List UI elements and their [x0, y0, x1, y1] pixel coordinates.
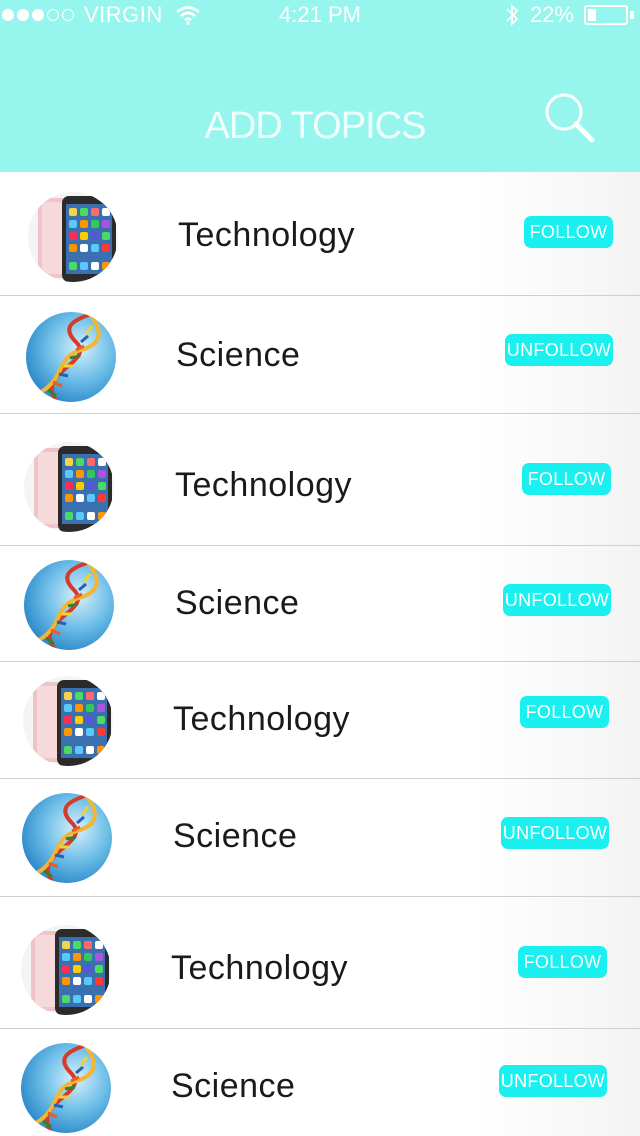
topic-image-technology: [21, 925, 111, 1015]
topic-image-technology: [23, 676, 113, 766]
battery-tip: [630, 11, 634, 19]
status-right: 22%: [504, 0, 634, 30]
topic-name: Science: [173, 817, 298, 855]
bluetooth-icon: [506, 3, 519, 27]
unfollow-button[interactable]: UNFOLLOW: [505, 334, 613, 366]
topic-row[interactable]: Science UNFOLLOW: [0, 779, 640, 897]
topic-image-technology: [24, 442, 114, 532]
topic-row[interactable]: Technology FOLLOW: [0, 897, 640, 1029]
follow-button[interactable]: FOLLOW: [520, 696, 609, 728]
topic-row[interactable]: Technology FOLLOW: [0, 414, 640, 546]
status-bar: VIRGIN 4:21 PM 22%: [0, 0, 640, 30]
unfollow-button[interactable]: UNFOLLOW: [499, 1065, 607, 1097]
topic-name: Science: [175, 584, 300, 622]
page-title: ADD TOPICS: [204, 105, 427, 147]
topic-image-science: [26, 312, 116, 402]
follow-button[interactable]: FOLLOW: [518, 946, 607, 978]
topic-image-technology: [28, 192, 118, 282]
topic-row[interactable]: Science UNFOLLOW: [0, 296, 640, 414]
follow-button[interactable]: FOLLOW: [524, 216, 613, 248]
topic-name: Science: [171, 1067, 296, 1105]
topic-name: Technology: [175, 466, 353, 504]
topic-name: Technology: [173, 700, 351, 738]
topic-row[interactable]: Science UNFOLLOW: [0, 546, 640, 662]
topic-row[interactable]: Technology FOLLOW: [0, 662, 640, 779]
topic-row[interactable]: Technology FOLLOW: [0, 172, 640, 296]
topic-name: Technology: [171, 949, 349, 987]
search-button[interactable]: [538, 88, 598, 148]
battery-percent: 22%: [529, 2, 574, 27]
topic-name: Science: [176, 336, 301, 374]
battery-icon: [584, 5, 628, 25]
header: VIRGIN 4:21 PM 22% ADD TOPICS: [0, 0, 640, 172]
topic-image-science: [22, 793, 112, 883]
topic-image-science: [21, 1043, 111, 1133]
topic-name: Technology: [178, 216, 356, 254]
search-icon: [545, 93, 595, 143]
topic-image-science: [24, 560, 114, 650]
unfollow-button[interactable]: UNFOLLOW: [501, 817, 609, 849]
topic-row[interactable]: Science UNFOLLOW: [0, 1029, 640, 1136]
follow-button[interactable]: FOLLOW: [522, 463, 611, 495]
unfollow-button[interactable]: UNFOLLOW: [503, 584, 611, 616]
